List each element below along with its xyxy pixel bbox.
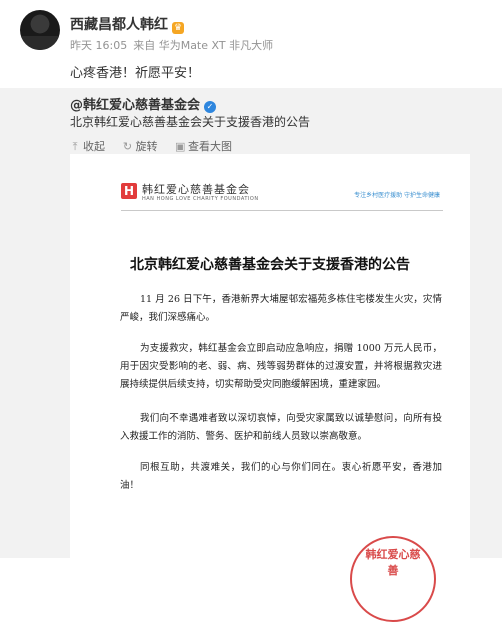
post-author[interactable]: 西藏昌都人韩红 ♛ — [70, 14, 184, 34]
paragraph-4: 同根互助，共渡难关，我们的心与你们同在。衷心祈愿平安，香港加油！ — [120, 462, 442, 491]
image-icon: ▣ — [175, 140, 186, 153]
post-source: 来自 华为Mate XT 非凡大师 — [133, 39, 274, 52]
logo-mark: H — [121, 183, 137, 199]
document-title: 北京韩红爱心慈善基金会关于支援香港的公告 — [130, 257, 410, 273]
rotate-button[interactable]: ↻ 旋转 — [123, 138, 158, 154]
avatar[interactable] — [20, 10, 60, 50]
collapse-button[interactable]: ⤒ 收起 — [70, 138, 105, 154]
repost-author[interactable]: @韩红爱心慈善基金会 ✓ — [70, 94, 217, 113]
repost-text: 北京韩红爱心慈善基金会关于支援香港的公告 — [70, 115, 311, 129]
paragraph-3: 我们向不幸遇难者致以深切哀悼，向受灾家属致以诚挚慰问，向所有投入救援工作的消防、… — [120, 413, 442, 442]
image-toolbar: ⤒ 收起 ↻ 旋转 ▣ 查看大图 — [70, 138, 246, 154]
foundation-logo-icon: H — [121, 183, 137, 199]
verified-icon: ✓ — [204, 101, 217, 113]
header-divider — [121, 210, 443, 211]
logo-english-name: HAN HONG LOVE CHARITY FOUNDATION — [142, 196, 259, 202]
collapse-label: 收起 — [83, 140, 105, 153]
announcement-image[interactable]: H 韩红爱心慈善基金会 HAN HONG LOVE CHARITY FOUNDA… — [70, 154, 470, 622]
weibo-post: 西藏昌都人韩红 ♛ 昨天 16:05 来自 华为Mate XT 非凡大师 心疼香港！… — [0, 0, 502, 88]
paragraph-2: 为支援救灾，韩红基金会立即启动应急响应，捐赠 1000 万元人民币，用于因灾受影… — [120, 343, 442, 390]
rotate-label: 旋转 — [135, 140, 158, 153]
collapse-icon: ⤒ — [72, 140, 78, 153]
paragraph-1: 11 月 26 日下午，香港新界大埔屋邨宏福苑多栋住宅楼发生火灾，灾情严峻，我们… — [120, 294, 442, 323]
rotate-icon: ↻ — [122, 140, 133, 153]
post-time[interactable]: 昨天 16:05 — [70, 39, 127, 52]
vip-crown-icon: ♛ — [172, 22, 184, 34]
view-large-button[interactable]: ▣ 查看大图 — [175, 138, 232, 154]
author-name[interactable]: 西藏昌都人韩红 — [70, 17, 168, 33]
repost-author-name[interactable]: @韩红爱心慈善基金会 — [70, 98, 200, 113]
view-large-label: 查看大图 — [188, 140, 232, 153]
post-content: 心疼香港！祈愿平安！ — [70, 66, 201, 81]
repost-card: @韩红爱心慈善基金会 ✓ 北京韩红爱心慈善基金会关于支援香港的公告 ⤒ 收起 ↻ 旋转… — [0, 88, 502, 622]
foundation-slogan: 专注乡村医疗援助 守护生命健康 — [354, 192, 440, 199]
post-meta: 昨天 16:05 来自 华为Mate XT 非凡大师 — [70, 37, 279, 53]
seal-text: 韩红爱心慈善 — [365, 548, 421, 577]
official-seal: 韩红爱心慈善 — [350, 536, 436, 622]
logo-chinese-name: 韩红爱心慈善基金会 — [142, 183, 250, 196]
